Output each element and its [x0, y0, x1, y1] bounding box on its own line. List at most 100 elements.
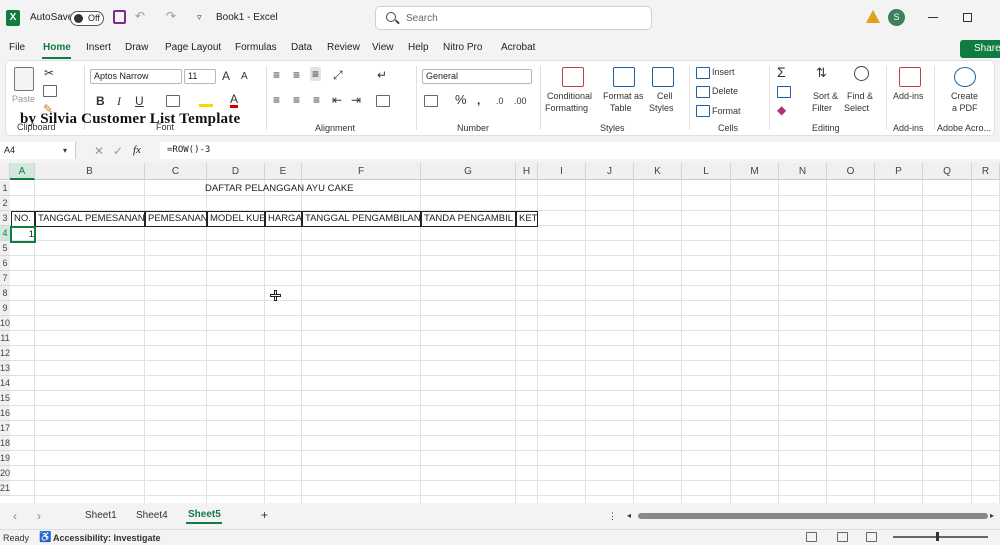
warning-icon[interactable]: [866, 10, 880, 23]
name-box-dropdown-icon[interactable]: ▾: [63, 144, 67, 158]
restore-icon[interactable]: [963, 13, 972, 22]
accessibility-icon[interactable]: ♿: [39, 531, 51, 545]
increase-font-icon[interactable]: A: [222, 69, 230, 83]
row-header-16[interactable]: 16: [0, 406, 10, 421]
row-header-11[interactable]: 11: [0, 331, 10, 346]
orientation-icon[interactable]: ⤢: [333, 68, 343, 82]
wrap-text-icon[interactable]: ↵: [377, 68, 387, 82]
column-header-k[interactable]: K: [634, 163, 682, 180]
format-as-table-line1[interactable]: Format as: [603, 91, 644, 101]
select-all-corner[interactable]: [0, 163, 10, 180]
cell-a4[interactable]: 1: [12, 227, 34, 242]
row-header-18[interactable]: 18: [0, 436, 10, 451]
insert-function-button[interactable]: fx: [133, 144, 141, 156]
cancel-entry-icon[interactable]: ✕: [94, 144, 104, 158]
decrease-font-icon[interactable]: A: [241, 70, 248, 84]
row-header-5[interactable]: 5: [0, 241, 10, 256]
add-ins-icon[interactable]: [899, 67, 921, 87]
font-name-select[interactable]: Aptos Narrow: [90, 69, 182, 84]
find-select-line1[interactable]: Find &: [847, 91, 873, 101]
create-pdf-line1[interactable]: Create: [951, 91, 978, 101]
format-cells-button[interactable]: Format: [712, 106, 741, 116]
row-header-7[interactable]: 7: [0, 271, 10, 286]
worksheet-grid[interactable]: ABCDEFGHIJKLMNOPQR 1 2 3 4 5 6 7 8 9 10 11 12 13 14 15…: [0, 163, 1000, 503]
align-right-icon[interactable]: ≡: [313, 93, 320, 107]
zoom-slider-knob[interactable]: [936, 532, 939, 541]
copy-icon[interactable]: [43, 85, 57, 97]
italic-icon[interactable]: I: [117, 94, 121, 108]
cut-icon[interactable]: ✂: [44, 66, 54, 80]
tab-insert[interactable]: Insert: [86, 42, 111, 53]
column-header-r[interactable]: R: [972, 163, 1000, 180]
row-header-2[interactable]: 2: [0, 196, 10, 211]
create-pdf-line2[interactable]: a PDF: [952, 103, 978, 113]
format-as-table-icon[interactable]: [613, 67, 635, 87]
sheet-tab-sheet5[interactable]: Sheet5: [188, 509, 221, 520]
horizontal-scrollbar[interactable]: [638, 513, 988, 519]
find-select-line2[interactable]: Select: [844, 103, 869, 113]
tab-nitro-pro[interactable]: Nitro Pro: [443, 42, 482, 53]
column-header-l[interactable]: L: [682, 163, 731, 180]
header-cell-tanda-pengambil[interactable]: TANDA PENGAMBIL: [421, 211, 516, 227]
scroll-left-icon[interactable]: ◂: [627, 509, 631, 523]
scroll-right-icon[interactable]: ▸: [990, 509, 994, 523]
header-cell-model-kue[interactable]: MODEL KUE: [207, 211, 265, 227]
tab-draw[interactable]: Draw: [125, 42, 148, 53]
tab-options-icon[interactable]: ⋮: [608, 509, 617, 523]
tab-page-layout[interactable]: Page Layout: [165, 42, 221, 53]
align-center-icon[interactable]: ≡: [293, 93, 300, 107]
tab-file[interactable]: File: [9, 42, 25, 53]
tab-home[interactable]: Home: [43, 42, 71, 53]
autosum-icon[interactable]: Σ: [777, 65, 786, 79]
font-size-select[interactable]: 11: [184, 69, 216, 84]
redo-icon[interactable]: ↷: [166, 9, 176, 23]
row-header-8[interactable]: 8: [0, 286, 10, 301]
align-bottom-icon[interactable]: ≡: [310, 67, 322, 81]
autosave-toggle[interactable]: Off: [70, 11, 104, 26]
next-sheet-icon[interactable]: ›: [37, 509, 41, 523]
fill-icon[interactable]: [777, 86, 791, 98]
row-header-20[interactable]: 20: [0, 466, 10, 481]
column-header-g[interactable]: G: [421, 163, 516, 180]
align-top-icon[interactable]: ≡: [273, 68, 280, 82]
column-header-m[interactable]: M: [731, 163, 779, 180]
column-header-j[interactable]: J: [586, 163, 634, 180]
column-header-c[interactable]: C: [145, 163, 207, 180]
page-break-view-icon[interactable]: [866, 532, 877, 542]
minimize-icon[interactable]: [928, 17, 938, 18]
row-header-1[interactable]: 1: [0, 181, 10, 196]
font-color-icon[interactable]: A: [230, 93, 239, 108]
comma-style-icon[interactable]: ,: [477, 93, 480, 107]
tab-review[interactable]: Review: [327, 42, 360, 53]
row-header-12[interactable]: 12: [0, 346, 10, 361]
row-header-9[interactable]: 9: [0, 301, 10, 316]
accounting-format-icon[interactable]: [424, 95, 438, 107]
user-avatar[interactable]: S: [888, 9, 905, 26]
header-cell-ket[interactable]: KET: [516, 211, 538, 227]
column-header-q[interactable]: Q: [923, 163, 972, 180]
percent-icon[interactable]: %: [455, 93, 467, 107]
prev-sheet-icon[interactable]: ‹: [13, 509, 17, 523]
conditional-formatting-line1[interactable]: Conditional: [547, 91, 592, 101]
row-header-15[interactable]: 15: [0, 391, 10, 406]
sort-filter-line1[interactable]: Sort &: [813, 91, 838, 101]
accessibility-status[interactable]: Accessibility: Investigate: [53, 533, 161, 543]
customize-qat-icon[interactable]: ▿: [197, 10, 202, 24]
increase-indent-icon[interactable]: ⇥: [351, 93, 361, 107]
add-ins-button[interactable]: Add-ins: [893, 91, 924, 101]
create-pdf-icon[interactable]: [954, 67, 976, 87]
confirm-entry-icon[interactable]: ✓: [113, 144, 123, 158]
delete-cells-button[interactable]: Delete: [712, 86, 738, 96]
sheet-tab-sheet1[interactable]: Sheet1: [85, 510, 117, 521]
insert-cells-button[interactable]: Insert: [712, 67, 735, 77]
column-header-d[interactable]: D: [207, 163, 265, 180]
format-as-table-line2[interactable]: Table: [610, 103, 632, 113]
search-box[interactable]: Search: [375, 6, 652, 30]
format-cells-icon[interactable]: [696, 105, 710, 117]
row-header-19[interactable]: 19: [0, 451, 10, 466]
header-cell-pemesanan[interactable]: PEMESANAN: [145, 211, 207, 227]
tab-acrobat[interactable]: Acrobat: [501, 42, 535, 53]
column-header-h[interactable]: H: [516, 163, 538, 180]
cell-styles-line1[interactable]: Cell: [657, 91, 673, 101]
merge-center-icon[interactable]: [376, 95, 390, 107]
